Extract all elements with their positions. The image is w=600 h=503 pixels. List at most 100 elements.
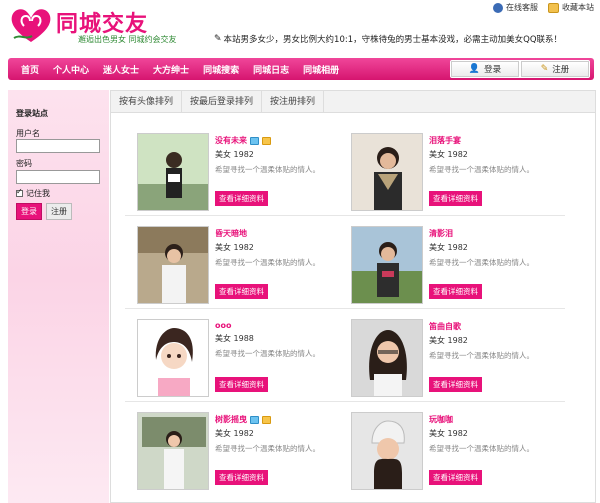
site-notice: ✎ 本站男多女少，男女比例大约10:1，守株待兔的男士基本没戏，必需主动加美女Q… [214, 33, 562, 45]
bookmark-link[interactable]: 收藏本站 [548, 2, 594, 13]
verified-badge-icon [262, 415, 271, 424]
profile-meta: 美女 1982 [429, 150, 468, 159]
nav-item-search[interactable]: 同城搜索 [196, 63, 246, 76]
nav-item-album[interactable]: 同城相册 [296, 63, 346, 76]
vip-badge-icon [250, 415, 259, 424]
profile-photo[interactable] [351, 319, 423, 397]
folder-icon [548, 2, 559, 13]
tab-sort-avatar[interactable]: 按有头像排列 [111, 91, 183, 112]
nav-item-gentlemen[interactable]: 大方绅士 [146, 63, 196, 76]
profile-list-panel: 按有头像排列 按最后登录排列 按注册排列 没有未来 美女 1982 希望寻找一个… [110, 90, 596, 503]
remember-checkbox[interactable] [16, 187, 23, 197]
profile-desc: 希望寻找一个温柔体贴的情人。 [429, 444, 534, 453]
user-icon: 👤 [468, 64, 481, 74]
profile-card: 泪落手宴 美女 1982 希望寻找一个温柔体贴的情人。 查看详细资料 [339, 133, 549, 213]
profile-name[interactable]: 泪落手宴 [429, 135, 547, 146]
profile-desc: 希望寻找一个温柔体贴的情人。 [429, 258, 534, 267]
profile-name[interactable]: 树影摇曳 [215, 414, 333, 425]
view-details-button[interactable]: 查看详细资料 [429, 470, 482, 485]
password-field[interactable] [16, 170, 100, 184]
nav-login-label: 登录 [484, 65, 502, 75]
profile-row: 树影摇曳 美女 1982 希望寻找一个温柔体贴的情人。 查看详细资料 玩咖咖 美… [125, 402, 565, 495]
profile-meta: 美女 1982 [215, 150, 254, 159]
sort-tabs: 按有头像排列 按最后登录排列 按注册排列 [111, 91, 595, 113]
verified-badge-icon [262, 136, 271, 145]
main-nav: 首页 个人中心 迷人女士 大方绅士 同城搜索 同城日志 同城相册 👤 登录 ✎ … [8, 58, 594, 80]
profile-desc: 希望寻找一个温柔体贴的情人。 [215, 258, 320, 267]
profile-card: 玩咖咖 美女 1982 希望寻找一个温柔体贴的情人。 查看详细资料 [339, 412, 549, 492]
profile-card: 没有未来 美女 1982 希望寻找一个温柔体贴的情人。 查看详细资料 [125, 133, 335, 213]
remember-me[interactable]: 记住我 [16, 187, 50, 199]
view-details-button[interactable]: 查看详细资料 [429, 284, 482, 299]
profile-photo[interactable] [351, 412, 423, 490]
profile-photo[interactable] [137, 319, 209, 397]
profile-photo[interactable] [137, 226, 209, 304]
profile-desc: 希望寻找一个温柔体贴的情人。 [215, 165, 320, 174]
remember-label: 记住我 [26, 189, 50, 198]
nav-auth-buttons: 👤 登录 ✎ 注册 [450, 60, 590, 78]
profile-meta: 美女 1982 [215, 429, 254, 438]
profile-card: ooo 美女 1988 希望寻找一个温柔体贴的情人。 查看详细资料 [125, 319, 335, 399]
profile-name[interactable]: 清影泪 [429, 228, 547, 239]
profile-grid: 没有未来 美女 1982 希望寻找一个温柔体贴的情人。 查看详细资料 泪落手宴 … [125, 123, 565, 495]
view-details-button[interactable]: 查看详细资料 [215, 377, 268, 392]
service-avatar-icon [493, 2, 503, 13]
profile-name[interactable]: ooo [215, 321, 333, 330]
view-details-button[interactable]: 查看详细资料 [215, 191, 268, 206]
profile-meta: 美女 1982 [215, 243, 254, 252]
tab-sort-last-login[interactable]: 按最后登录排列 [182, 91, 263, 112]
nav-item-home[interactable]: 首页 [14, 63, 46, 76]
profile-card: 清影泪 美女 1982 希望寻找一个温柔体贴的情人。 查看详细资料 [339, 226, 549, 306]
notice-icon: ✎ [214, 34, 222, 44]
profile-row: 昏天暗地 美女 1982 希望寻找一个温柔体贴的情人。 查看详细资料 清影泪 美… [125, 216, 565, 309]
tab-sort-register[interactable]: 按注册排列 [262, 91, 325, 112]
sidebar-title: 登录站点 [16, 109, 48, 118]
nav-item-personal-center[interactable]: 个人中心 [46, 63, 96, 76]
profile-photo[interactable] [351, 226, 423, 304]
top-links: 在线客服 收藏本站 [493, 2, 594, 13]
online-service-label: 在线客服 [506, 3, 538, 12]
profile-desc: 希望寻找一个温柔体贴的情人。 [429, 351, 534, 360]
profile-desc: 希望寻找一个温柔体贴的情人。 [429, 165, 534, 174]
profile-name[interactable]: 笛曲自歌 [429, 321, 547, 332]
heart-logo-icon [11, 9, 51, 43]
site-logo[interactable]: 同城交友 邂逅出色男女 同城约会交友 [8, 4, 198, 48]
profile-card: 笛曲自歌 美女 1982 希望寻找一个温柔体贴的情人。 查看详细资料 [339, 319, 549, 399]
nav-register-button[interactable]: ✎ 注册 [521, 61, 589, 77]
nav-register-label: 注册 [552, 65, 570, 75]
profile-name[interactable]: 玩咖咖 [429, 414, 547, 425]
sidebar-login-button[interactable]: 登录 [16, 203, 42, 220]
view-details-button[interactable]: 查看详细资料 [429, 191, 482, 206]
username-field[interactable] [16, 139, 100, 153]
profile-name[interactable]: 没有未来 [215, 135, 333, 146]
profile-card: 树影摇曳 美女 1982 希望寻找一个温柔体贴的情人。 查看详细资料 [125, 412, 335, 492]
nav-item-blog[interactable]: 同城日志 [246, 63, 296, 76]
sidebar-register-button[interactable]: 注册 [46, 203, 72, 220]
profile-row: 没有未来 美女 1982 希望寻找一个温柔体贴的情人。 查看详细资料 泪落手宴 … [125, 123, 565, 216]
nav-item-ladies[interactable]: 迷人女士 [96, 63, 146, 76]
profile-desc: 希望寻找一个温柔体贴的情人。 [215, 444, 320, 453]
view-details-button[interactable]: 查看详细资料 [215, 284, 268, 299]
profile-photo[interactable] [351, 133, 423, 211]
view-details-button[interactable]: 查看详细资料 [215, 470, 268, 485]
logo-subtitle: 邂逅出色男女 同城约会交友 [78, 35, 177, 44]
password-label: 密码 [16, 159, 32, 168]
profile-name[interactable]: 昏天暗地 [215, 228, 333, 239]
sidebar-buttons: 登录 注册 [16, 203, 72, 220]
online-service-link[interactable]: 在线客服 [493, 2, 538, 13]
bookmark-label: 收藏本站 [562, 3, 594, 12]
profile-meta: 美女 1982 [429, 243, 468, 252]
pencil-icon: ✎ [540, 64, 549, 74]
nav-login-button[interactable]: 👤 登录 [451, 61, 519, 77]
profile-photo[interactable] [137, 133, 209, 211]
profile-desc: 希望寻找一个温柔体贴的情人。 [215, 349, 320, 358]
site-header: 同城交友 邂逅出色男女 同城约会交友 在线客服 收藏本站 ✎ 本站男多女少，男女… [0, 0, 600, 56]
view-details-button[interactable]: 查看详细资料 [429, 377, 482, 392]
profile-photo[interactable] [137, 412, 209, 490]
profile-meta: 美女 1982 [429, 429, 468, 438]
notice-text: 本站男多女少，男女比例大约10:1，守株待兔的男士基本没戏，必需主动加美女QQ联… [223, 35, 563, 45]
username-label: 用户名 [16, 129, 40, 138]
profile-card: 昏天暗地 美女 1982 希望寻找一个温柔体贴的情人。 查看详细资料 [125, 226, 335, 306]
profile-meta: 美女 1982 [429, 336, 468, 345]
profile-row: ooo 美女 1988 希望寻找一个温柔体贴的情人。 查看详细资料 笛曲自歌 美… [125, 309, 565, 402]
